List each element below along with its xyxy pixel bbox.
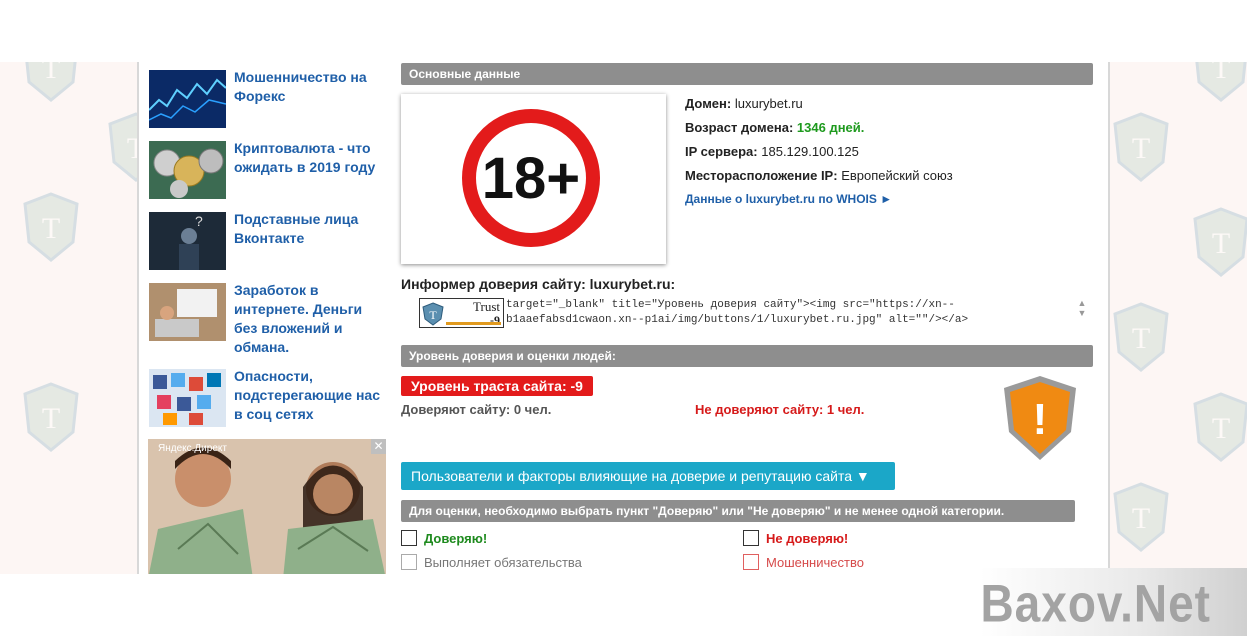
trust-badge: T Trust -9 bbox=[419, 298, 504, 328]
svg-text:T: T bbox=[1212, 227, 1230, 260]
factors-toggle-button[interactable]: Пользователи и факторы влияющие на довер… bbox=[401, 462, 895, 490]
location-row: Месторасположение IP: Европейский союз bbox=[685, 168, 953, 183]
distrust-category-label[interactable]: Мошенничество bbox=[766, 555, 864, 570]
news-title[interactable]: Криптовалюта - что ожидать в 2019 году bbox=[234, 139, 389, 177]
age-value: 1346 дней. bbox=[796, 120, 865, 135]
whois-link[interactable]: Данные о luxurybet.ru по WHOIS ► bbox=[685, 192, 892, 206]
trust-badge-icon: T bbox=[422, 302, 444, 326]
svg-text:T: T bbox=[1132, 502, 1150, 535]
news-title[interactable]: Заработок в интернете. Деньги без вложен… bbox=[234, 281, 389, 357]
informer-code-box[interactable]: T Trust -9 target="_blank" title="Уровен… bbox=[419, 298, 1086, 332]
svg-text:T: T bbox=[1132, 322, 1150, 355]
domain-row: Домен: luxurybet.ru bbox=[685, 96, 803, 111]
code-scrollbar[interactable]: ▲ ▼ bbox=[1075, 298, 1089, 330]
watermark-shield-icon: T bbox=[1110, 112, 1172, 182]
age-label: Возраст домена: bbox=[685, 120, 794, 135]
watermark-shield-icon: T bbox=[20, 192, 82, 262]
distrust-checkbox-box[interactable] bbox=[743, 530, 759, 546]
fake-person-thumbnail[interactable]: ? bbox=[149, 212, 226, 270]
news-title[interactable]: Мошенничество на Форекс bbox=[234, 68, 389, 106]
watermark-shield-icon: T bbox=[1110, 302, 1172, 372]
svg-text:T: T bbox=[1212, 412, 1230, 445]
badge-score: -9 bbox=[490, 313, 500, 327]
trust-category-checkbox-box[interactable] bbox=[401, 554, 417, 570]
svg-text:T: T bbox=[1132, 132, 1150, 165]
ad-close-button[interactable]: ✕ bbox=[371, 439, 386, 454]
trust-yes-count: Доверяют сайту: 0 чел. bbox=[401, 402, 552, 417]
warning-shield-icon: ! bbox=[1004, 376, 1076, 460]
svg-text:T: T bbox=[42, 62, 60, 85]
news-title[interactable]: Опасности, подстерегающие нас в соц сетя… bbox=[234, 367, 389, 424]
age-label: 18+ bbox=[482, 146, 580, 211]
page-content: Мошенничество на Форекс Криптовалюта - ч… bbox=[137, 62, 1110, 574]
forex-chart-thumbnail[interactable] bbox=[149, 70, 226, 128]
crypto-coins-thumbnail[interactable] bbox=[149, 141, 226, 199]
badge-underline bbox=[446, 322, 501, 325]
svg-text:T: T bbox=[42, 212, 60, 245]
social-networks-thumbnail[interactable] bbox=[149, 369, 226, 427]
location-label: Месторасположение IP: bbox=[685, 168, 838, 183]
trust-checkbox-label[interactable]: Доверяю! bbox=[424, 531, 487, 546]
rating-note-bar: Для оценки, необходимо выбрать пункт "До… bbox=[401, 500, 1075, 522]
trust-checkbox-box[interactable] bbox=[401, 530, 417, 546]
ip-row: IP сервера: 185.129.100.125 bbox=[685, 144, 859, 159]
18-plus-icon: 18+ bbox=[462, 109, 600, 247]
distrust-category-checkbox-box[interactable] bbox=[743, 554, 759, 570]
domain-value: luxurybet.ru bbox=[734, 96, 803, 111]
age-restriction-logo: 18+ bbox=[401, 94, 666, 264]
watermark-shield-icon: T bbox=[1190, 62, 1247, 102]
ip-label: IP сервера: bbox=[685, 144, 758, 159]
trust-no-count: Не доверяют сайту: 1 чел. bbox=[695, 402, 865, 417]
svg-text:T: T bbox=[42, 402, 60, 435]
brand-watermark: Baxov.Net bbox=[980, 568, 1247, 636]
ad-label: Яндекс.Директ bbox=[158, 443, 227, 454]
watermark-shield-icon: T bbox=[1110, 482, 1172, 552]
trust-level-badge: Уровень траста сайта: -9 bbox=[401, 376, 593, 396]
yandex-direct-ad[interactable]: Яндекс.Директ ✕ bbox=[148, 439, 386, 574]
watermark-shield-icon: T bbox=[20, 382, 82, 452]
svg-text:?: ? bbox=[195, 213, 203, 229]
location-value: Европейский союз bbox=[841, 168, 953, 183]
section-header-basic: Основные данные bbox=[401, 63, 1093, 85]
news-title[interactable]: Подставные лица Вконтакте bbox=[234, 210, 389, 248]
section-header-trust: Уровень доверия и оценки людей: bbox=[401, 345, 1093, 367]
distrust-checkbox-label[interactable]: Не доверяю! bbox=[766, 531, 848, 546]
domain-age-row: Возраст домена: 1346 дней. bbox=[685, 120, 864, 135]
domain-label: Домен: bbox=[685, 96, 732, 111]
svg-text:T: T bbox=[1212, 62, 1230, 85]
trust-category-label[interactable]: Выполняет обязательства bbox=[424, 555, 582, 570]
laptop-money-thumbnail[interactable] bbox=[149, 283, 226, 341]
svg-text:T: T bbox=[429, 308, 437, 322]
informer-code[interactable]: target="_blank" title="Уровень доверия с… bbox=[506, 298, 1066, 328]
shield-symbol: ! bbox=[1033, 395, 1048, 444]
watermark-shield-icon: T bbox=[1190, 207, 1247, 277]
brand-text: Baxov.Net bbox=[980, 573, 1211, 633]
watermark-shield-icon: T bbox=[20, 62, 82, 102]
ip-value: 185.129.100.125 bbox=[761, 144, 859, 159]
informer-title: Информер доверия сайту: luxurybet.ru: bbox=[401, 276, 676, 292]
watermark-shield-icon: T bbox=[1190, 392, 1247, 462]
ad-image[interactable] bbox=[148, 439, 386, 574]
